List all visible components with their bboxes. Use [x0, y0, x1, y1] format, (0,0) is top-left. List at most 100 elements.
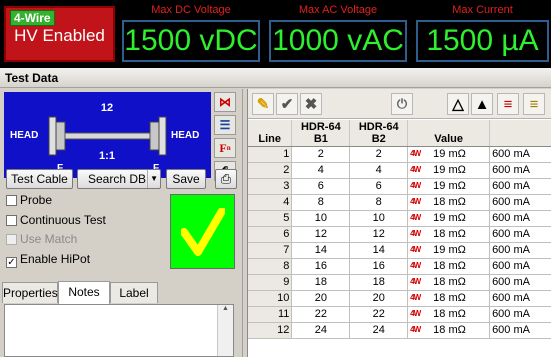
current-cell[interactable]: 600 mA — [489, 226, 551, 243]
tab-properties[interactable]: Properties — [2, 282, 58, 303]
b2-cell[interactable]: 6 — [349, 178, 409, 195]
b2-cell[interactable]: 20 — [349, 290, 409, 307]
pin-count-text: 12 — [101, 102, 113, 114]
table-row[interactable]: 10 20 20 4W 18 mΩ 600 mA — [248, 290, 551, 307]
col-b2-header[interactable]: HDR-64 B2 — [349, 120, 409, 147]
checkbox-box[interactable] — [6, 195, 17, 206]
table-row[interactable]: 5 10 10 4W 19 mΩ 600 mA — [248, 210, 551, 227]
b2-cell[interactable]: 18 — [349, 274, 409, 291]
b1-cell[interactable]: 8 — [291, 194, 351, 211]
b1-cell[interactable]: 16 — [291, 258, 351, 275]
current-cell[interactable]: 600 mA — [489, 178, 551, 195]
col-current-header[interactable] — [489, 120, 551, 147]
b1-cell[interactable]: 10 — [291, 210, 351, 227]
table-row[interactable]: 9 18 18 4W 18 mΩ 600 mA — [248, 274, 551, 291]
col-b1-header[interactable]: HDR-64 B1 — [291, 120, 351, 147]
b2-cell[interactable]: 10 — [349, 210, 409, 227]
table-row[interactable]: 6 12 12 4W 18 mΩ 600 mA — [248, 226, 551, 243]
current-cell[interactable]: 600 mA — [489, 194, 551, 211]
value-cell[interactable]: 4W 19 mΩ — [407, 146, 491, 163]
checkbox-box[interactable]: ✓ — [6, 257, 17, 268]
table-row[interactable]: 7 14 14 4W 19 mΩ 600 mA — [248, 242, 551, 259]
panel-splitter[interactable] — [242, 89, 246, 357]
current-cell[interactable]: 600 mA — [489, 290, 551, 307]
scroll-up-icon[interactable]: ▲ — [218, 305, 233, 312]
current-cell[interactable]: 600 mA — [489, 210, 551, 227]
b1-cell[interactable]: 14 — [291, 242, 351, 259]
value-cell[interactable]: 4W 18 mΩ — [407, 258, 491, 275]
test-data-header: Test Data — [0, 68, 551, 88]
value-cell[interactable]: 4W 19 mΩ — [407, 178, 491, 195]
b2-cell[interactable]: 8 — [349, 194, 409, 211]
table-row[interactable]: 4 8 8 4W 18 mΩ 600 mA — [248, 194, 551, 211]
print-icon[interactable]: ⎙ — [215, 169, 237, 189]
b1-cell[interactable]: 22 — [291, 306, 351, 323]
b2-cell[interactable]: 4 — [349, 162, 409, 179]
value-cell[interactable]: 4W 18 mΩ — [407, 322, 491, 339]
value-cell[interactable]: 4W 18 mΩ — [407, 226, 491, 243]
red-lines-icon[interactable]: ≡ — [497, 93, 519, 115]
b1-cell[interactable]: 24 — [291, 322, 351, 339]
triangle-icon[interactable]: ▲ — [471, 93, 493, 115]
value-cell[interactable]: 4W 18 mΩ — [407, 306, 491, 323]
cable-diagram[interactable]: 12 HEAD HEAD F F 1:1 — [4, 92, 211, 178]
continuous-test-checkbox[interactable]: Continuous Test — [6, 213, 106, 229]
enable-hipot-checkbox[interactable]: ✓ Enable HiPot — [6, 252, 90, 268]
value-cell[interactable]: 4W 18 mΩ — [407, 274, 491, 291]
search-db-button[interactable]: Search DB ▼ — [77, 169, 161, 189]
b1-cell[interactable]: 18 — [291, 274, 351, 291]
tab-notes[interactable]: Notes — [58, 281, 110, 304]
table-row[interactable]: 8 16 16 4W 18 mΩ 600 mA — [248, 258, 551, 275]
current-cell[interactable]: 600 mA — [489, 258, 551, 275]
connector-icon[interactable]: ⏻ — [391, 93, 413, 115]
current-cell[interactable]: 600 mA — [489, 146, 551, 163]
value-cell[interactable]: 4W 19 mΩ — [407, 210, 491, 227]
check-icon[interactable]: ✔ — [276, 93, 298, 115]
current-cell[interactable]: 600 mA — [489, 322, 551, 339]
checkbox-box[interactable] — [6, 215, 17, 226]
tab-label[interactable]: Label — [110, 282, 158, 303]
current-cell[interactable]: 600 mA — [489, 274, 551, 291]
save-button[interactable]: Save — [166, 169, 206, 189]
b2-cell[interactable]: 16 — [349, 258, 409, 275]
close-icon[interactable]: ✖ — [300, 93, 322, 115]
add-triangle-icon[interactable]: △ — [447, 93, 469, 115]
value-cell[interactable]: 4W 19 mΩ — [407, 162, 491, 179]
current-cell[interactable]: 600 mA — [489, 242, 551, 259]
table-row[interactable]: 3 6 6 4W 19 mΩ 600 mA — [248, 178, 551, 195]
chevron-down-icon[interactable]: ▼ — [147, 170, 158, 188]
b1-cell[interactable]: 12 — [291, 226, 351, 243]
col-line-header[interactable]: Line — [248, 120, 293, 147]
probe-checkbox[interactable]: Probe — [6, 193, 52, 209]
table-row[interactable]: 12 24 24 4W 18 mΩ 600 mA — [248, 322, 551, 339]
b1-cell[interactable]: 2 — [291, 146, 351, 163]
table-row[interactable]: 1 2 2 4W 19 mΩ 600 mA — [248, 146, 551, 163]
b2-cell[interactable]: 24 — [349, 322, 409, 339]
ratio-label: 1:1 — [99, 150, 115, 162]
list-icon[interactable]: ☰ — [214, 115, 236, 135]
table-row[interactable]: 11 22 22 4W 18 mΩ 600 mA — [248, 306, 551, 323]
test-cable-button[interactable]: Test Cable — [6, 169, 73, 189]
b2-cell[interactable]: 12 — [349, 226, 409, 243]
b2-cell[interactable]: 22 — [349, 306, 409, 323]
table-row[interactable]: 2 4 4 4W 19 mΩ 600 mA — [248, 162, 551, 179]
value-cell[interactable]: 4W 18 mΩ — [407, 194, 491, 211]
current-cell[interactable]: 600 mA — [489, 162, 551, 179]
yellow-lines-icon[interactable]: ≡ — [523, 93, 545, 115]
edit-pencil-icon[interactable]: ✎ — [252, 93, 274, 115]
value-cell[interactable]: 4W 18 mΩ — [407, 290, 491, 307]
checkmark-icon — [180, 207, 225, 256]
fn-icon[interactable]: Fn — [214, 138, 236, 158]
current-cell[interactable]: 600 mA — [489, 306, 551, 323]
notes-textarea[interactable]: ▲ — [4, 304, 234, 357]
b2-cell[interactable]: 2 — [349, 146, 409, 163]
four-wire-resistance-icon: 4W — [410, 212, 421, 222]
b2-cell[interactable]: 14 — [349, 242, 409, 259]
hi-icon[interactable]: ⋈ — [214, 92, 236, 112]
col-value-header[interactable]: Value — [407, 120, 491, 147]
b1-cell[interactable]: 6 — [291, 178, 351, 195]
b1-cell[interactable]: 20 — [291, 290, 351, 307]
value-cell[interactable]: 4W 19 mΩ — [407, 242, 491, 259]
b1-cell[interactable]: 4 — [291, 162, 351, 179]
notes-scrollbar[interactable]: ▲ — [217, 305, 233, 356]
